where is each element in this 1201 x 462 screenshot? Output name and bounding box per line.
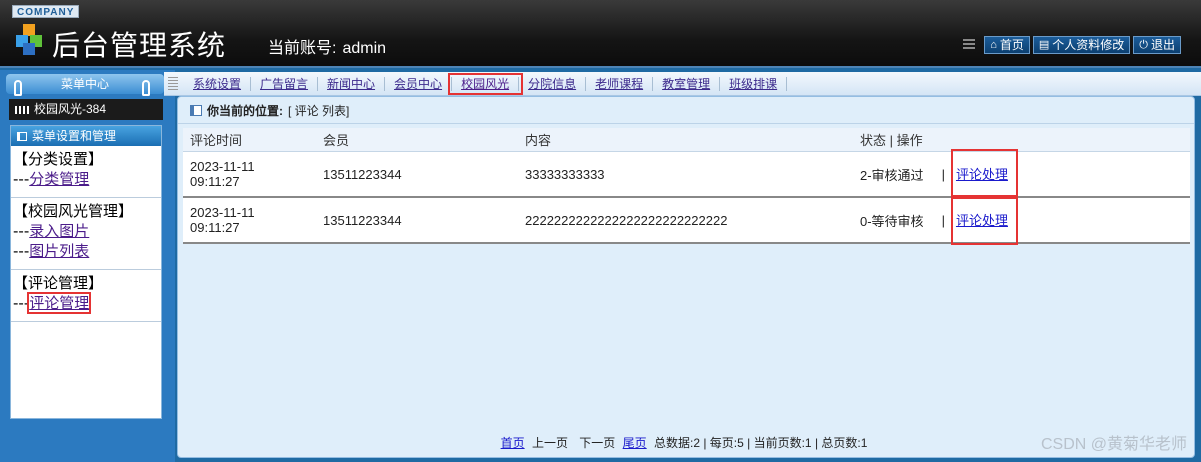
menu-center-header: 菜单中心	[6, 74, 164, 94]
menu-link-comment-manage[interactable]: 评论管理	[27, 292, 92, 314]
menu-item: ---评论管理	[13, 292, 159, 314]
header-time: 评论时间	[190, 133, 243, 148]
menu-box: 菜单设置和管理 【分类设置】 ---分类管理 【校园风光管理】 ---录入图片 …	[10, 125, 162, 419]
main-panel: 你当前的位置: [ 评论 列表] 评论时间 会员 内容 状态 | 操作 2023…	[177, 96, 1195, 458]
account-value: admin	[342, 40, 387, 57]
table-row: 2023-11-11 09:11:27 13511223344 333333333…	[183, 149, 1190, 199]
logout-button[interactable]: ⏻ 退出	[1133, 36, 1181, 54]
left-sidebar: 菜单中心 校园风光-384 菜单设置和管理 【分类设置】 ---分类管理 【校园…	[0, 70, 175, 462]
top-links: ⌂ 首页 ▤ 个人资料修改 ⏻ 退出	[963, 36, 1181, 54]
menu-link-category-manage[interactable]: 分类管理	[29, 170, 89, 188]
grip-icon	[168, 76, 178, 91]
home-button[interactable]: ⌂ 首页	[984, 36, 1030, 54]
nav-member-center[interactable]: 会员中心	[385, 76, 453, 91]
header-member: 会员	[323, 133, 350, 148]
home-label: 首页	[999, 38, 1024, 52]
current-section[interactable]: 校园风光-384	[9, 99, 163, 120]
pager-summary: 总数据:2 | 每页:5 | 当前页数:1 | 总页数:1	[654, 436, 868, 450]
header-status-action: 状态 | 操作	[860, 133, 923, 148]
pin-icon	[14, 80, 22, 96]
profile-edit-label: 个人资料修改	[1052, 38, 1125, 52]
menu-item: ---图片列表	[13, 241, 159, 261]
separator: |	[941, 166, 945, 182]
document-icon	[190, 104, 202, 116]
menu-item-prefix: ---	[13, 170, 30, 188]
table-header: 评论时间 会员 内容 状态 | 操作	[183, 128, 1190, 152]
nav-classroom-manage[interactable]: 教室管理	[653, 76, 721, 91]
menu-group-category: 【分类设置】 ---分类管理	[11, 146, 161, 198]
prev-page[interactable]: 上一页	[532, 436, 568, 450]
logout-label: 退出	[1150, 38, 1175, 52]
cell-status-action: 0-等待审核 | 评论处理	[853, 195, 1190, 245]
account-label: 当前账号:	[268, 40, 337, 57]
menu-group-title: 【评论管理】	[13, 274, 104, 292]
top-header: COMPANY 后台管理系统 当前账号: admin ⌂ 首页 ▤ 个人资料修改 ⏻ 退…	[0, 0, 1201, 68]
menu-group-scenery: 【校园风光管理】 ---录入图片 ---图片列表	[11, 198, 161, 270]
grid-icon	[15, 105, 29, 114]
cell-content: 33333333333	[525, 166, 605, 182]
cell-status-action: 2-审核通过 | 评论处理	[853, 149, 1190, 199]
current-section-label: 校园风光-384	[34, 102, 107, 116]
watermark: CSDN @黄菊华老师	[1040, 436, 1187, 453]
cell-member: 13511223344	[323, 212, 402, 228]
nav-system-settings[interactable]: 系统设置	[184, 76, 252, 91]
book-icon	[17, 131, 27, 141]
first-page-link[interactable]: 首页	[501, 436, 525, 450]
top-nav: 系统设置 广告留言 新闻中心 会员中心 校园风光 分院信息 老师课程 教室管理 …	[164, 72, 1201, 96]
logo-cubes-icon	[16, 24, 42, 55]
breadcrumb: 你当前的位置: [ 评论 列表]	[178, 97, 1194, 124]
nav-news-center[interactable]: 新闻中心	[318, 76, 386, 91]
cell-status: 2-审核通过	[860, 167, 924, 183]
menu-item-prefix: ---	[13, 294, 30, 312]
menu-box-title: 菜单设置和管理	[32, 129, 117, 143]
menu-box-header: 菜单设置和管理	[11, 126, 161, 146]
header-content: 内容	[525, 133, 552, 148]
next-page[interactable]: 下一页	[579, 436, 615, 450]
handle-comment-link[interactable]: 评论处理	[950, 195, 1018, 245]
location-label: 你当前的位置:	[207, 103, 283, 118]
cell-status: 0-等待审核	[860, 213, 924, 229]
menu-item-prefix: ---	[13, 222, 30, 240]
nav-branch-info[interactable]: 分院信息	[519, 76, 587, 91]
handle-comment-link[interactable]: 评论处理	[950, 149, 1018, 199]
menu-item: ---分类管理	[13, 169, 159, 189]
menu-group-title: 【校园风光管理】	[13, 202, 134, 220]
nav-teacher-courses[interactable]: 老师课程	[586, 76, 654, 91]
menu-item: ---录入图片	[13, 221, 159, 241]
cell-content: 2222222222222222222222222222	[525, 212, 728, 228]
cell-time: 2023-11-11 09:11:27	[190, 159, 255, 189]
menu-group-title: 【分类设置】	[13, 150, 104, 168]
cell-time: 2023-11-11 09:11:27	[190, 205, 255, 235]
menu-link-add-image[interactable]: 录入图片	[29, 222, 89, 240]
separator: |	[941, 212, 945, 228]
last-page-link[interactable]: 尾页	[623, 436, 647, 450]
menu-item-prefix: ---	[13, 242, 30, 260]
menu-link-image-list[interactable]: 图片列表	[29, 242, 89, 260]
company-badge: COMPANY	[12, 5, 80, 18]
document-icon: ▤	[1038, 39, 1050, 51]
cell-member: 13511223344	[323, 166, 402, 182]
system-title: 后台管理系统	[52, 29, 227, 62]
nav-class-schedule[interactable]: 班级排课	[720, 76, 788, 91]
table-row: 2023-11-11 09:11:27 13511223344 222222222…	[183, 195, 1190, 245]
home-icon: ⌂	[990, 39, 997, 51]
profile-edit-button[interactable]: ▤ 个人资料修改	[1032, 36, 1131, 54]
pin-icon	[142, 80, 150, 96]
current-account: 当前账号: admin	[268, 34, 386, 58]
power-icon: ⏻	[1139, 39, 1148, 51]
location-value: [ 评论 列表]	[288, 103, 350, 118]
menu-group-comments: 【评论管理】 ---评论管理	[11, 270, 161, 322]
comment-table: 评论时间 会员 内容 状态 | 操作 2023-11-11 09:11:27 13…	[183, 128, 1190, 245]
nav-ads-messages[interactable]: 广告留言	[251, 76, 319, 91]
nav-campus-scenery[interactable]: 校园风光	[448, 72, 524, 95]
grip-icon	[963, 39, 976, 51]
